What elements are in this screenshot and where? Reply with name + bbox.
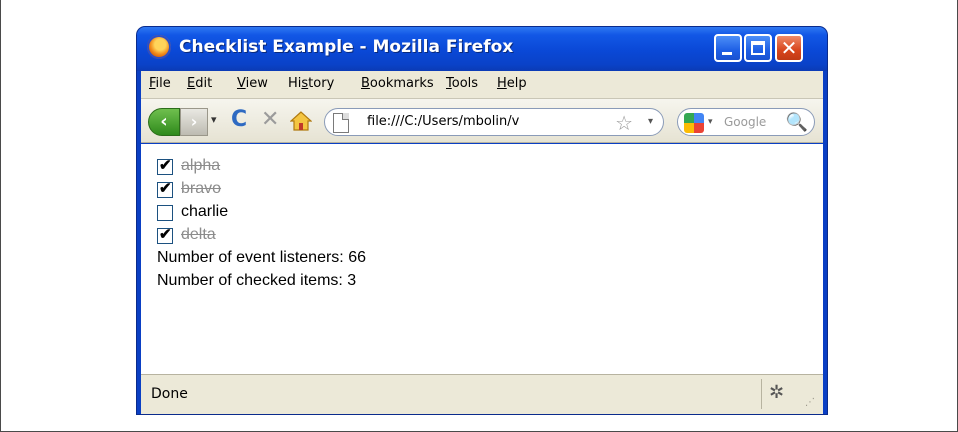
close-icon: ✕ (780, 36, 798, 60)
menu-view[interactable]: View (237, 76, 268, 91)
checklist-item-label: charlie (181, 203, 229, 220)
checked-items-count: Number of checked items: 3 (157, 272, 357, 289)
checklist-item-label: delta (181, 226, 216, 243)
firefox-window: Checklist Example - Mozilla Firefox ✕ Fi… (137, 27, 827, 414)
checkbox[interactable] (157, 205, 173, 221)
menu-help[interactable]: Help (497, 76, 527, 91)
google-logo-icon[interactable] (684, 113, 704, 133)
search-engine-dropdown-icon[interactable]: ▾ (708, 117, 713, 127)
reload-icon[interactable]: C (231, 107, 247, 132)
checkbox[interactable]: ✔ (157, 226, 173, 244)
page-frame: Checklist Example - Mozilla Firefox ✕ Fi… (0, 0, 958, 432)
url-text[interactable]: file:///C:/Users/mbolin/v (367, 114, 519, 129)
search-input[interactable]: Google (724, 115, 766, 129)
resize-grip-icon[interactable]: ⋰ (805, 397, 816, 408)
status-divider (761, 379, 762, 409)
bookmark-star-icon[interactable]: ☆ (615, 111, 633, 135)
check-mark-icon: ✔ (159, 157, 172, 174)
maximize-button[interactable] (744, 34, 772, 62)
forward-button[interactable]: › (180, 108, 208, 136)
check-mark-icon: ✔ (159, 226, 172, 243)
url-bar[interactable]: file:///C:/Users/mbolin/v ☆ ▾ (324, 108, 664, 136)
status-text: Done (151, 386, 188, 402)
title-bar[interactable]: Checklist Example - Mozilla Firefox ✕ (137, 27, 827, 71)
status-bar: Done ✲ ⋰ (141, 374, 823, 414)
forward-arrow-icon: › (190, 112, 198, 131)
home-icon[interactable] (289, 111, 313, 131)
minimize-button[interactable] (714, 34, 742, 62)
back-button[interactable]: ‹ (148, 108, 180, 136)
search-icon[interactable]: 🔍 (786, 112, 808, 133)
checkbox[interactable]: ✔ (157, 157, 173, 175)
page-content: ✔ alpha ✔ bravo charlie ✔ delta Number o… (141, 144, 823, 374)
page-icon (333, 113, 349, 133)
firebug-icon[interactable]: ✲ (769, 382, 784, 403)
url-dropdown-icon[interactable]: ▾ (648, 116, 653, 127)
navigation-toolbar: ‹ › ▾ C ✕ file:///C:/Users/mbolin/v ☆ ▾ … (141, 99, 823, 143)
window-title: Checklist Example - Mozilla Firefox (179, 37, 514, 57)
close-button[interactable]: ✕ (775, 34, 803, 62)
menu-edit[interactable]: Edit (187, 76, 212, 91)
menu-bar: File Edit View History Bookmarks Tools H… (141, 71, 823, 99)
menu-tools[interactable]: Tools (446, 76, 478, 91)
menu-file[interactable]: File (149, 76, 171, 91)
event-listener-count: Number of event listeners: 66 (157, 249, 366, 266)
history-dropdown-icon[interactable]: ▾ (211, 113, 217, 126)
back-arrow-icon: ‹ (160, 111, 168, 132)
checklist-item-label: bravo (181, 180, 222, 197)
minimize-icon (722, 52, 732, 55)
menu-bookmarks[interactable]: Bookmarks (361, 76, 434, 91)
stop-icon[interactable]: ✕ (261, 107, 279, 132)
checklist-item-label: alpha (181, 157, 221, 174)
search-box[interactable]: ▾ Google 🔍 (677, 108, 815, 136)
checkbox[interactable]: ✔ (157, 180, 173, 198)
menu-history[interactable]: History (288, 76, 334, 91)
check-mark-icon: ✔ (159, 180, 172, 197)
firefox-logo-icon (147, 35, 171, 59)
maximize-icon (751, 41, 765, 55)
